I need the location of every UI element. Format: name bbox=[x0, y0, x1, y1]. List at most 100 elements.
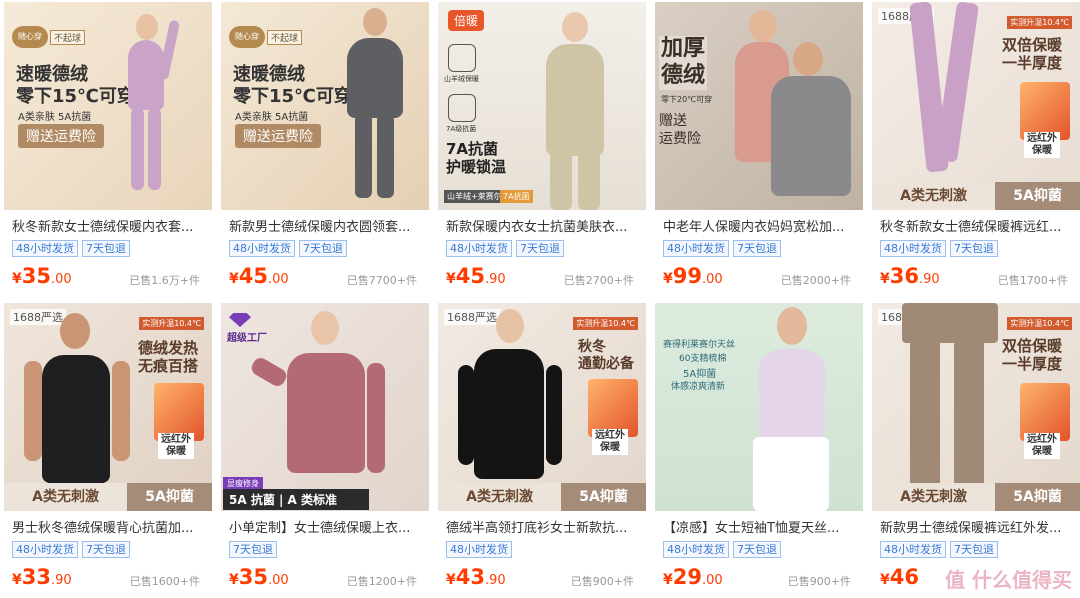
service-tags: 48小时发货 7天包退 bbox=[880, 240, 998, 257]
product-image[interactable]: 1688严选 实测升温10.4℃ 德绒发热 无痕百搭 远红外 保暖 A类无刺激 … bbox=[4, 303, 212, 511]
sold-count: 已售7700+件 bbox=[346, 274, 417, 287]
product-title[interactable]: 新款保暖内衣女士抗菌美肤衣... bbox=[446, 216, 636, 236]
price: ¥45.00 bbox=[229, 264, 289, 288]
product-image[interactable]: 赛得利莱赛尔天丝 60支精梳棉 5A抑菌 体感凉爽清新 bbox=[655, 303, 863, 511]
product-title[interactable]: 德绒半高领打底衫女士新款抗... bbox=[446, 517, 636, 537]
product-title[interactable]: 男士秋冬德绒保暖背心抗菌加... bbox=[12, 517, 202, 537]
tag-7day-return: 7天包退 bbox=[733, 541, 781, 558]
image-headline: 7A抗菌 护暖锁温 bbox=[446, 140, 507, 177]
feature-bar: A类无刺激 5A抑菌 bbox=[872, 182, 1080, 210]
sold-count: 已售1700+件 bbox=[997, 274, 1068, 287]
temperature-tag: 实测升温10.4℃ bbox=[573, 317, 638, 330]
product-title[interactable]: 秋冬新款女士德绒保暖内衣套... bbox=[12, 216, 202, 236]
tag-7day-return: 7天包退 bbox=[82, 240, 130, 257]
brand-logo: 随心穿 bbox=[229, 26, 265, 48]
image-headline: 速暖德绒 零下15℃可穿 bbox=[16, 64, 135, 107]
goat-icon bbox=[448, 44, 476, 72]
tag-7day-return: 7天包退 bbox=[950, 240, 998, 257]
freight-insurance-badge: 赠送 运费险 bbox=[659, 113, 701, 148]
tag-7day-return: 7天包退 bbox=[229, 541, 277, 558]
service-tags: 48小时发货 7天包退 bbox=[880, 541, 998, 558]
service-tags: 48小时发货 7天包退 bbox=[663, 240, 781, 257]
product-card[interactable]: 1688严选 实测升温10.4℃ 秋冬 通勤必备 远红外 保暖 A类无刺激 5A… bbox=[438, 303, 646, 598]
feature-right: 5A抑菌 bbox=[995, 483, 1080, 511]
image-headline: 秋冬 通勤必备 bbox=[578, 339, 634, 373]
product-title[interactable]: 新款男士德绒保暖裤远红外发... bbox=[880, 517, 1070, 537]
product-card[interactable]: 随心穿 不起球 速暖德绒 零下15℃可穿 A类亲肤 5A抗菌 赠送运费险 秋冬新… bbox=[4, 2, 212, 298]
brand-logo: 超级工厂 bbox=[227, 333, 267, 344]
tag-48h-shipping: 48小时发货 bbox=[12, 541, 78, 558]
image-subline: 零下20℃可穿 bbox=[661, 95, 713, 104]
product-card[interactable]: 倍暖 山羊绒保暖 7A级抗菌 7A抗菌 护暖锁温 山羊绒+莱赛尔 7A抗菌 新款… bbox=[438, 2, 646, 298]
product-title[interactable]: 小单定制】女士德绒保暖上衣... bbox=[229, 517, 419, 537]
service-tags: 48小时发货 7天包退 bbox=[229, 240, 347, 257]
product-image[interactable]: 超级工厂 显瘦修身 5A 抗菌 | A 类标准 bbox=[221, 303, 429, 511]
brand-tag: 不起球 bbox=[267, 30, 303, 45]
price: ¥45.90 bbox=[446, 264, 506, 288]
product-image[interactable]: 1688严选 实测升温10.4℃ 双倍保暖 一半厚度 远红外 保暖 A类无刺激 … bbox=[872, 2, 1080, 210]
feature-bar: A类无刺激 5A抑菌 bbox=[872, 483, 1080, 511]
diamond-icon bbox=[229, 313, 251, 327]
sold-count: 已售1600+件 bbox=[129, 575, 200, 588]
feature-label: 7A级抗菌 bbox=[446, 125, 477, 133]
tag-48h-shipping: 48小时发货 bbox=[446, 541, 512, 558]
product-image[interactable]: 随心穿 不起球 速暖德绒 零下15℃可穿 A类亲肤 5A抗菌 赠送运费险 bbox=[4, 2, 212, 210]
yanxuan-badge: 1688严选 bbox=[10, 309, 66, 325]
feature-bar: 5A 抗菌 | A 类标准 bbox=[223, 489, 369, 510]
service-tags: 48小时发货 7天包退 bbox=[12, 240, 130, 257]
product-image[interactable]: 1688严选 实测升温10.4℃ 秋冬 通勤必备 远红外 保暖 A类无刺激 5A… bbox=[438, 303, 646, 511]
product-title[interactable]: 中老年人保暖内衣妈妈宽松加... bbox=[663, 216, 853, 236]
feature-left: A类无刺激 bbox=[872, 483, 996, 511]
brand-logo: 倍暖 bbox=[448, 10, 485, 31]
image-subline: A类亲肤 5A抗菌 bbox=[18, 112, 92, 123]
product-card[interactable]: 随心穿 不起球 速暖德绒 零下15℃可穿 A类亲肤 5A抗菌 赠送运费险 新款男… bbox=[221, 2, 429, 298]
image-headline: 德绒发热 无痕百搭 bbox=[138, 339, 199, 376]
brand-logo: 随心穿 bbox=[12, 26, 48, 48]
sold-count: 已售1200+件 bbox=[346, 575, 417, 588]
product-card[interactable]: 赛得利莱赛尔天丝 60支精梳棉 5A抑菌 体感凉爽清新 【凉感】女士短袖T恤夏天… bbox=[655, 303, 863, 598]
service-tags: 48小时发货 7天包退 bbox=[446, 240, 564, 257]
image-subline: A类亲肤 5A抗菌 bbox=[235, 112, 309, 123]
temperature-tag: 实测升温10.4℃ bbox=[139, 317, 204, 330]
tag-48h-shipping: 48小时发货 bbox=[446, 240, 512, 257]
product-image[interactable]: 加厚 德绒 零下20℃可穿 赠送 运费险 bbox=[655, 2, 863, 210]
freight-insurance-badge: 赠送运费险 bbox=[235, 124, 321, 148]
tag-7day-return: 7天包退 bbox=[733, 240, 781, 257]
product-image[interactable]: 1688严选 实测升温10.4℃ 双倍保暖 一半厚度 远红外 保暖 A类无刺激 … bbox=[872, 303, 1080, 511]
price: ¥36.90 bbox=[880, 264, 940, 288]
product-card[interactable]: 加厚 德绒 零下20℃可穿 赠送 运费险 中老年人保暖内衣妈妈宽松加... 48… bbox=[655, 2, 863, 298]
product-card[interactable]: 1688严选 实测升温10.4℃ 双倍保暖 一半厚度 远红外 保暖 A类无刺激 … bbox=[872, 303, 1080, 598]
far-infrared-label: 远红外 保暖 bbox=[158, 433, 194, 459]
tag-48h-shipping: 48小时发货 bbox=[663, 541, 729, 558]
product-card[interactable]: 超级工厂 显瘦修身 5A 抗菌 | A 类标准 小单定制】女士德绒保暖上衣...… bbox=[221, 303, 429, 598]
feature-right: 5A抑菌 bbox=[561, 483, 646, 511]
temperature-tag: 实测升温10.4℃ bbox=[1007, 16, 1072, 29]
site-watermark: 值 什么值得买 bbox=[945, 568, 1072, 592]
service-tags: 7天包退 bbox=[229, 541, 277, 558]
tag-7day-return: 7天包退 bbox=[950, 541, 998, 558]
feature-bar: A类无刺激 5A抑菌 bbox=[438, 483, 646, 511]
footer-chip: 7A抗菌 bbox=[500, 190, 533, 203]
product-grid: 随心穿 不起球 速暖德绒 零下15℃可穿 A类亲肤 5A抗菌 赠送运费险 秋冬新… bbox=[0, 0, 1080, 598]
product-title[interactable]: 新款男士德绒保暖内衣圆领套... bbox=[229, 216, 419, 236]
image-headline: 双倍保暖 一半厚度 bbox=[1002, 337, 1063, 374]
image-headline: 速暖德绒 零下15℃可穿 bbox=[233, 64, 352, 107]
price: ¥35.00 bbox=[229, 565, 289, 589]
product-card[interactable]: 1688严选 实测升温10.4℃ 德绒发热 无痕百搭 远红外 保暖 A类无刺激 … bbox=[4, 303, 212, 598]
price: ¥33.90 bbox=[12, 565, 72, 589]
freight-insurance-badge: 赠送运费险 bbox=[18, 124, 104, 148]
far-infrared-label: 远红外 保暖 bbox=[1024, 132, 1060, 158]
product-card[interactable]: 1688严选 实测升温10.4℃ 双倍保暖 一半厚度 远红外 保暖 A类无刺激 … bbox=[872, 2, 1080, 298]
image-headline: 加厚 德绒 bbox=[659, 36, 708, 90]
sold-count: 已售900+件 bbox=[570, 575, 634, 588]
product-title[interactable]: 秋冬新款女士德绒保暖裤远红... bbox=[880, 216, 1070, 236]
product-title[interactable]: 【凉感】女士短袖T恤夏天丝... bbox=[663, 517, 853, 537]
feature-left: A类无刺激 bbox=[4, 483, 128, 511]
product-image[interactable]: 倍暖 山羊绒保暖 7A级抗菌 7A抗菌 护暖锁温 山羊绒+莱赛尔 7A抗菌 bbox=[438, 2, 646, 210]
feature-label: 山羊绒保暖 bbox=[444, 75, 479, 83]
service-tags: 48小时发货 bbox=[446, 541, 512, 558]
feature-left: A类无刺激 bbox=[438, 483, 562, 511]
product-image[interactable]: 随心穿 不起球 速暖德绒 零下15℃可穿 A类亲肤 5A抗菌 赠送运费险 bbox=[221, 2, 429, 210]
price: ¥43.90 bbox=[446, 565, 506, 589]
price: ¥99.00 bbox=[663, 264, 723, 288]
